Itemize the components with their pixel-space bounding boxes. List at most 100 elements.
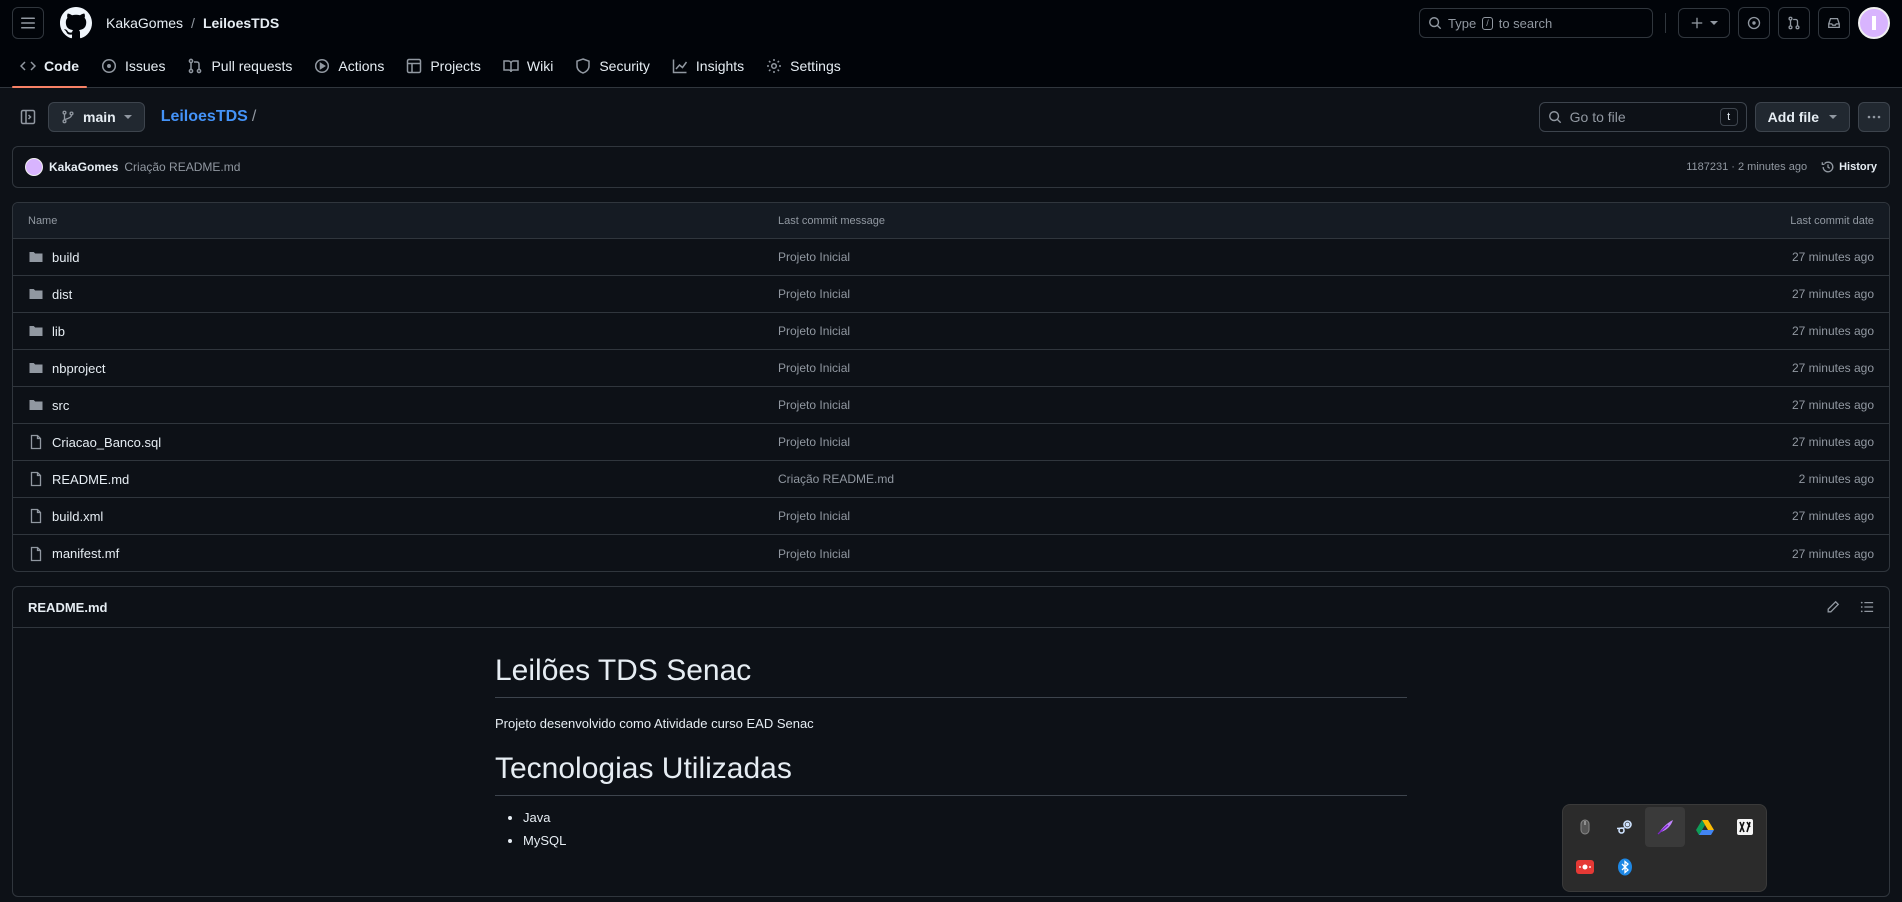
file-name-link[interactable]: manifest.mf — [52, 546, 119, 561]
commit-date: 27 minutes ago — [1791, 250, 1874, 264]
tab-issues[interactable]: Issues — [93, 45, 173, 87]
history-icon — [1821, 161, 1834, 173]
file-navigation-bar: main LeiloesTDS / Go to file t Add file — [12, 100, 1890, 134]
file-name-link[interactable]: nbproject — [52, 361, 105, 376]
branch-selector-button[interactable]: main — [48, 102, 145, 132]
app-icon[interactable] — [1729, 811, 1761, 843]
breadcrumb-separator: / — [191, 15, 195, 31]
file-name-link[interactable]: README.md — [52, 472, 129, 487]
sidebar-toggle-button[interactable] — [12, 101, 44, 133]
plus-icon — [1691, 17, 1703, 29]
mouse-icon[interactable] — [1569, 811, 1601, 843]
menu-icon — [21, 17, 35, 29]
table-row[interactable]: src Projeto Inicial 27 minutes ago — [13, 387, 1889, 424]
tab-projects[interactable]: Projects — [398, 45, 489, 87]
readme-content: Leilões TDS Senac Projeto desenvolvido c… — [495, 653, 1407, 856]
file-path-breadcrumb: LeiloesTDS / — [161, 108, 257, 126]
table-row[interactable]: nbproject Projeto Inicial 27 minutes ago — [13, 350, 1889, 387]
file-icon — [30, 546, 42, 561]
create-new-button[interactable] — [1678, 8, 1730, 38]
feather-icon[interactable] — [1645, 807, 1685, 847]
github-logo-icon[interactable] — [60, 7, 92, 39]
table-row[interactable]: Criacao_Banco.sql Projeto Inicial 27 minut… — [13, 424, 1889, 461]
add-file-label: Add file — [1767, 109, 1819, 125]
table-row[interactable]: build Projeto Inicial 27 minutes ago — [13, 239, 1889, 276]
tab-insights[interactable]: Insights — [664, 45, 752, 87]
file-name-link[interactable]: src — [52, 398, 69, 413]
bluetooth-icon[interactable] — [1609, 851, 1641, 883]
google-drive-icon[interactable] — [1689, 811, 1721, 843]
tab-label: Actions — [338, 58, 385, 74]
commit-author-avatar[interactable] — [25, 158, 43, 176]
pencil-icon[interactable] — [1826, 600, 1840, 614]
tab-code[interactable]: Code — [12, 45, 87, 88]
table-row[interactable]: build.xml Projeto Inicial 27 minutes ago — [13, 498, 1889, 535]
readme-paragraph: Projeto desenvolvido como Atividade curs… — [495, 716, 814, 731]
path-separator: / — [251, 108, 257, 125]
commit-message-link[interactable]: Criação README.md — [778, 472, 1674, 486]
commit-message[interactable]: Criação README.md — [124, 160, 240, 174]
path-repo-link[interactable]: LeiloesTDS — [161, 108, 248, 125]
commit-message-link[interactable]: Projeto Inicial — [778, 250, 1674, 264]
pull-requests-shortcut-button[interactable] — [1778, 7, 1810, 39]
search-icon — [1429, 17, 1442, 30]
shield-icon — [576, 58, 591, 74]
tab-settings[interactable]: Settings — [758, 45, 849, 87]
tab-pull-requests[interactable]: Pull requests — [179, 45, 300, 87]
commit-meta[interactable]: 1187231 · 2 minutes ago — [1686, 161, 1807, 173]
history-button[interactable]: History — [1821, 160, 1877, 174]
table-row[interactable]: README.md Criação README.md 2 minutes ago — [13, 461, 1889, 498]
list-unordered-icon[interactable] — [1860, 600, 1874, 614]
table-icon — [407, 58, 422, 74]
file-name-link[interactable]: dist — [52, 287, 72, 302]
owner-link[interactable]: KakaGomes — [106, 15, 183, 31]
table-header: Name Last commit message Last commit dat… — [13, 203, 1889, 239]
tab-wiki[interactable]: Wiki — [495, 45, 561, 87]
search-shortcut-key: / — [1482, 16, 1493, 30]
file-name-link[interactable]: lib — [52, 324, 65, 339]
commit-message-link[interactable]: Projeto Inicial — [778, 324, 1674, 338]
more-options-button[interactable] — [1858, 102, 1890, 132]
table-row[interactable]: lib Projeto Inicial 27 minutes ago — [13, 313, 1889, 350]
commit-message-link[interactable]: Projeto Inicial — [778, 361, 1674, 375]
sidebar-expand-icon — [20, 109, 36, 125]
repo-nav-tabs: Code Issues Pull requests Actions Projec… — [12, 45, 855, 88]
file-name-link[interactable]: build.xml — [52, 509, 103, 524]
folder-icon — [29, 326, 43, 336]
global-search-input[interactable]: Type / to search — [1419, 8, 1653, 38]
readme-header: README.md — [13, 587, 1889, 628]
go-to-file-input[interactable]: Go to file t — [1538, 102, 1747, 132]
hamburger-menu-button[interactable] — [12, 7, 44, 39]
user-avatar[interactable] — [1858, 7, 1890, 39]
recording-icon[interactable] — [1569, 851, 1601, 883]
tab-security[interactable]: Security — [567, 45, 658, 87]
file-name-link[interactable]: Criacao_Banco.sql — [52, 435, 161, 450]
file-name-link[interactable]: build — [52, 250, 79, 265]
commit-author[interactable]: KakaGomes — [49, 160, 118, 174]
commit-date: 27 minutes ago — [1791, 509, 1874, 523]
inbox-button[interactable] — [1818, 7, 1850, 39]
file-name-cell: manifest.mf — [28, 546, 778, 562]
issues-shortcut-button[interactable] — [1738, 7, 1770, 39]
commit-message-link[interactable]: Projeto Inicial — [778, 398, 1674, 412]
commit-date: 27 minutes ago — [1791, 361, 1874, 375]
commit-message-link[interactable]: Projeto Inicial — [778, 509, 1674, 523]
pull-request-icon — [189, 58, 202, 74]
steam-icon[interactable] — [1609, 811, 1641, 843]
add-file-button[interactable]: Add file — [1754, 102, 1850, 132]
readme-list-item: Java — [523, 810, 1407, 825]
triangle-down-icon — [1710, 21, 1718, 25]
table-row[interactable]: manifest.mf Projeto Inicial 27 minutes ago — [13, 535, 1889, 571]
file-icon — [30, 471, 42, 487]
tab-label: Settings — [790, 58, 841, 74]
commit-date: 27 minutes ago — [1791, 287, 1874, 301]
commit-message-link[interactable]: Projeto Inicial — [778, 435, 1674, 449]
readme-filename[interactable]: README.md — [28, 600, 107, 615]
tab-actions[interactable]: Actions — [306, 45, 392, 87]
file-name-cell: Criacao_Banco.sql — [28, 434, 778, 450]
commit-message-link[interactable]: Projeto Inicial — [778, 287, 1674, 301]
table-row[interactable]: dist Projeto Inicial 27 minutes ago — [13, 276, 1889, 313]
repo-link[interactable]: LeiloesTDS — [203, 15, 279, 31]
search-suffix: to search — [1498, 15, 1553, 31]
commit-message-link[interactable]: Projeto Inicial — [778, 547, 1674, 561]
